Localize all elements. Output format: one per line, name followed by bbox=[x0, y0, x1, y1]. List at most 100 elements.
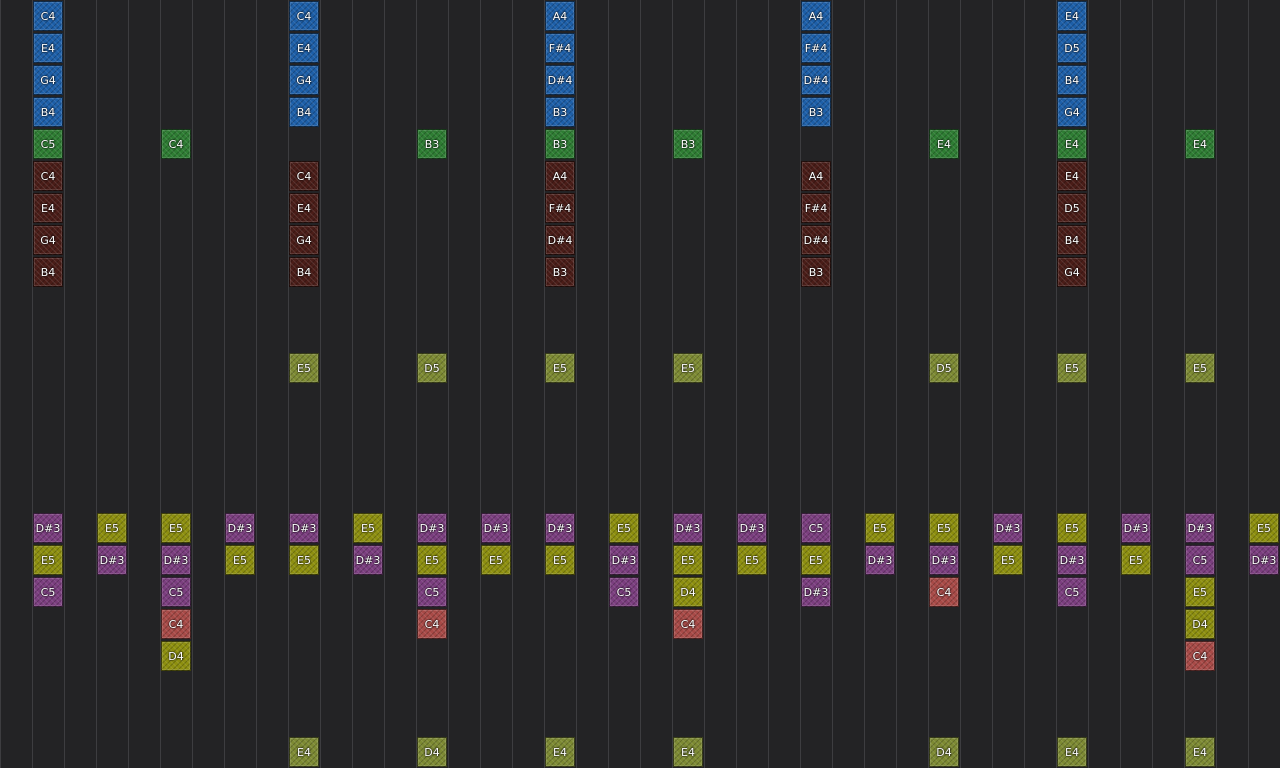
note-block-maroon[interactable]: A4 bbox=[545, 161, 575, 191]
note-block-yellow[interactable]: E5 bbox=[1185, 577, 1215, 607]
note-block-maroon[interactable]: D5 bbox=[1057, 193, 1087, 223]
note-block-purple[interactable]: D#3 bbox=[33, 513, 63, 543]
note-block-yellow[interactable]: E5 bbox=[1121, 545, 1151, 575]
note-block-salmon[interactable]: C4 bbox=[929, 577, 959, 607]
note-block-olive[interactable]: E4 bbox=[1185, 737, 1215, 767]
note-block-maroon[interactable]: A4 bbox=[801, 161, 831, 191]
note-block-yellow[interactable]: E5 bbox=[289, 545, 319, 575]
note-block-maroon[interactable]: B4 bbox=[1057, 225, 1087, 255]
note-block-blue[interactable]: E4 bbox=[1057, 1, 1087, 31]
note-block-green[interactable]: E4 bbox=[1185, 129, 1215, 159]
note-block-purple[interactable]: C5 bbox=[417, 577, 447, 607]
note-block-maroon[interactable]: E4 bbox=[1057, 161, 1087, 191]
note-block-salmon[interactable]: C4 bbox=[161, 609, 191, 639]
note-block-maroon[interactable]: G4 bbox=[289, 225, 319, 255]
note-block-blue[interactable]: B3 bbox=[801, 97, 831, 127]
note-block-blue[interactable]: C4 bbox=[33, 1, 63, 31]
note-block-purple[interactable]: D#3 bbox=[289, 513, 319, 543]
note-block-blue[interactable]: B3 bbox=[545, 97, 575, 127]
note-block-yellow[interactable]: E5 bbox=[545, 545, 575, 575]
note-block-purple[interactable]: D#3 bbox=[865, 545, 895, 575]
note-block-yellow[interactable]: E5 bbox=[929, 513, 959, 543]
note-block-yellow[interactable]: D4 bbox=[673, 577, 703, 607]
note-block-blue[interactable]: D#4 bbox=[545, 65, 575, 95]
note-block-maroon[interactable]: B3 bbox=[545, 257, 575, 287]
note-block-yellow[interactable]: E5 bbox=[353, 513, 383, 543]
note-block-olive[interactable]: E5 bbox=[673, 353, 703, 383]
note-block-maroon[interactable]: C4 bbox=[289, 161, 319, 191]
note-block-purple[interactable]: D#3 bbox=[1185, 513, 1215, 543]
note-block-yellow[interactable]: E5 bbox=[417, 545, 447, 575]
note-block-olive[interactable]: E5 bbox=[545, 353, 575, 383]
note-block-maroon[interactable]: B3 bbox=[801, 257, 831, 287]
note-block-purple[interactable]: C5 bbox=[609, 577, 639, 607]
note-block-blue[interactable]: B4 bbox=[1057, 65, 1087, 95]
note-block-purple[interactable]: C5 bbox=[1057, 577, 1087, 607]
note-block-purple[interactable]: D#3 bbox=[1057, 545, 1087, 575]
note-block-olive[interactable]: E4 bbox=[289, 737, 319, 767]
note-block-purple[interactable]: D#3 bbox=[929, 545, 959, 575]
note-block-olive[interactable]: E5 bbox=[289, 353, 319, 383]
note-block-purple[interactable]: D#3 bbox=[993, 513, 1023, 543]
note-block-purple[interactable]: D#3 bbox=[545, 513, 575, 543]
note-block-purple[interactable]: D#3 bbox=[737, 513, 767, 543]
note-block-blue[interactable]: B4 bbox=[33, 97, 63, 127]
note-block-purple[interactable]: D#3 bbox=[353, 545, 383, 575]
note-block-purple[interactable]: D#3 bbox=[97, 545, 127, 575]
note-block-blue[interactable]: G4 bbox=[289, 65, 319, 95]
note-block-maroon[interactable]: D#4 bbox=[801, 225, 831, 255]
note-block-olive[interactable]: E4 bbox=[1057, 737, 1087, 767]
note-block-purple[interactable]: D#3 bbox=[609, 545, 639, 575]
note-block-blue[interactable]: A4 bbox=[801, 1, 831, 31]
note-block-maroon[interactable]: G4 bbox=[33, 225, 63, 255]
note-block-maroon[interactable]: B4 bbox=[33, 257, 63, 287]
note-block-blue[interactable]: F#4 bbox=[801, 33, 831, 63]
note-block-purple[interactable]: D#3 bbox=[225, 513, 255, 543]
note-block-yellow[interactable]: E5 bbox=[1249, 513, 1279, 543]
note-block-olive[interactable]: E4 bbox=[673, 737, 703, 767]
note-block-yellow[interactable]: D4 bbox=[1185, 609, 1215, 639]
note-block-blue[interactable]: A4 bbox=[545, 1, 575, 31]
note-block-blue[interactable]: G4 bbox=[1057, 97, 1087, 127]
note-block-blue[interactable]: F#4 bbox=[545, 33, 575, 63]
note-block-maroon[interactable]: D#4 bbox=[545, 225, 575, 255]
note-block-green[interactable]: C4 bbox=[161, 129, 191, 159]
note-block-yellow[interactable]: E5 bbox=[801, 545, 831, 575]
note-block-purple[interactable]: D#3 bbox=[801, 577, 831, 607]
note-block-green[interactable]: B3 bbox=[673, 129, 703, 159]
note-block-olive[interactable]: D4 bbox=[929, 737, 959, 767]
note-block-yellow[interactable]: E5 bbox=[865, 513, 895, 543]
note-block-salmon[interactable]: C4 bbox=[417, 609, 447, 639]
note-block-purple[interactable]: C5 bbox=[161, 577, 191, 607]
note-block-olive[interactable]: E5 bbox=[1057, 353, 1087, 383]
note-block-yellow[interactable]: E5 bbox=[609, 513, 639, 543]
note-block-purple[interactable]: C5 bbox=[33, 577, 63, 607]
note-block-olive[interactable]: E4 bbox=[545, 737, 575, 767]
note-block-blue[interactable]: C4 bbox=[289, 1, 319, 31]
note-block-maroon[interactable]: F#4 bbox=[801, 193, 831, 223]
note-block-purple[interactable]: D#3 bbox=[161, 545, 191, 575]
note-grid[interactable]: C4 E4 G4 B4 C5 C4 E4 G4 B4 D#3 E5 C5 E5 D#3 C4 E5 D#3 C5 C… bbox=[0, 0, 1280, 768]
note-block-green[interactable]: E4 bbox=[1057, 129, 1087, 159]
note-block-green[interactable]: B3 bbox=[417, 129, 447, 159]
note-block-yellow[interactable]: E5 bbox=[97, 513, 127, 543]
note-block-blue[interactable]: G4 bbox=[33, 65, 63, 95]
note-block-purple[interactable]: D#3 bbox=[481, 513, 511, 543]
note-block-purple[interactable]: D#3 bbox=[1249, 545, 1279, 575]
note-block-purple[interactable]: C5 bbox=[801, 513, 831, 543]
note-block-green[interactable]: C5 bbox=[33, 129, 63, 159]
note-block-maroon[interactable]: B4 bbox=[289, 257, 319, 287]
note-block-yellow[interactable]: E5 bbox=[673, 545, 703, 575]
note-block-salmon[interactable]: C4 bbox=[673, 609, 703, 639]
note-block-blue[interactable]: E4 bbox=[33, 33, 63, 63]
note-block-yellow[interactable]: E5 bbox=[737, 545, 767, 575]
note-block-yellow[interactable]: E5 bbox=[481, 545, 511, 575]
note-block-yellow[interactable]: D4 bbox=[161, 641, 191, 671]
note-block-purple[interactable]: C5 bbox=[1185, 545, 1215, 575]
note-block-blue[interactable]: D5 bbox=[1057, 33, 1087, 63]
note-block-blue[interactable]: D#4 bbox=[801, 65, 831, 95]
note-block-purple[interactable]: D#3 bbox=[1121, 513, 1151, 543]
note-block-green[interactable]: B3 bbox=[545, 129, 575, 159]
note-block-blue[interactable]: B4 bbox=[289, 97, 319, 127]
note-block-maroon[interactable]: E4 bbox=[289, 193, 319, 223]
